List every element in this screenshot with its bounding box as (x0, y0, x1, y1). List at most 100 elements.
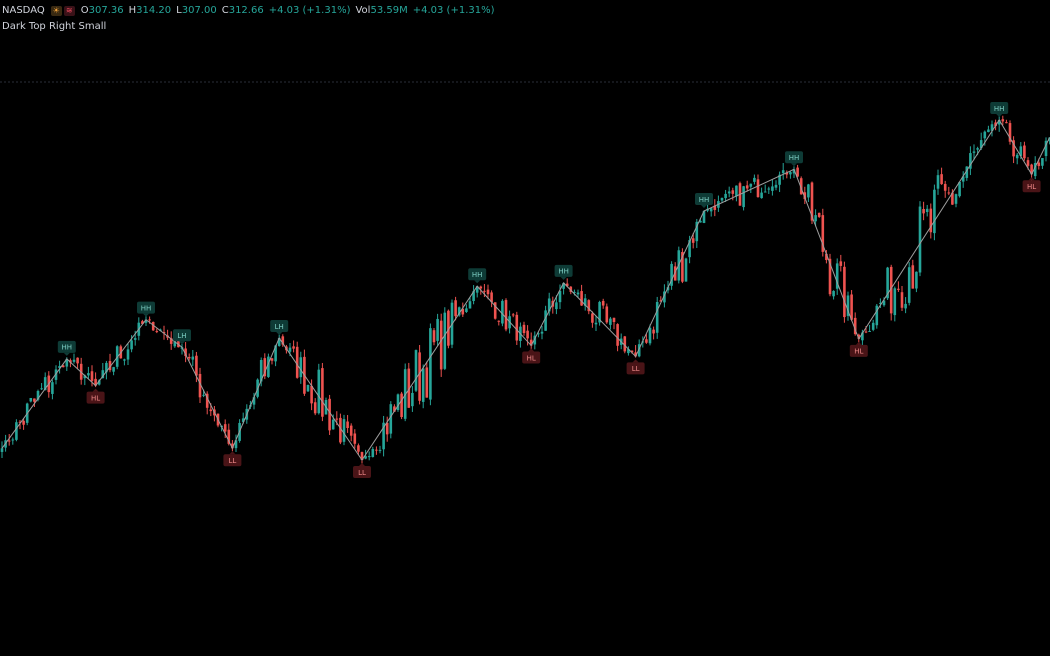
candle-down (76, 357, 79, 364)
candle-up (0, 448, 4, 452)
candle-up (411, 392, 414, 407)
candle-down (385, 422, 389, 435)
candle-down (349, 425, 353, 436)
candle-down (209, 409, 213, 412)
swing-label-pointer (92, 388, 99, 392)
candle-up (378, 449, 382, 451)
candle-up (987, 129, 990, 133)
candle-up (11, 439, 15, 441)
candle-down (22, 420, 25, 425)
candle-up (501, 300, 504, 324)
candle-down (90, 371, 94, 381)
candle-up (720, 197, 724, 201)
candle-down (425, 367, 429, 398)
candle-down (357, 445, 360, 452)
swing-label-text: HH (994, 105, 1005, 113)
candle-down (839, 261, 843, 266)
swing-labels-layer: HH HL HH LH LL LH LL HH HL HH LL HH HH HL HH HL (57, 102, 1041, 478)
candle-up (29, 397, 33, 402)
swing-label-hh: HH (554, 264, 573, 280)
candle-down (580, 291, 583, 306)
swing-label-hl: HL (1022, 177, 1041, 193)
candle-up (288, 347, 292, 352)
candle-up (576, 292, 580, 295)
swing-label-hh: HH (695, 193, 713, 209)
candle-up (130, 340, 133, 350)
swing-label-text: LL (632, 365, 640, 373)
swing-label-pointer (276, 332, 283, 336)
swing-label-text: HL (91, 394, 100, 402)
swing-label-pointer (528, 348, 535, 352)
swing-label-pointer (791, 163, 797, 167)
candle-down (321, 368, 324, 417)
candle-down (295, 346, 299, 378)
candle-up (684, 258, 688, 282)
swing-label-hh: HH (57, 340, 76, 356)
candle-up (954, 194, 958, 204)
candle-down (922, 208, 925, 214)
candle-up (468, 301, 472, 309)
candle-up (972, 151, 976, 153)
candle-up (724, 193, 727, 199)
candle-down (511, 314, 515, 316)
candle-down (155, 331, 159, 333)
candle-down (645, 339, 648, 343)
candle-up (727, 191, 731, 194)
candle-up (609, 318, 612, 325)
swing-label-hh: HH (990, 102, 1009, 117)
candle-up (51, 382, 54, 394)
candle-down (1001, 119, 1005, 122)
candle-up (753, 177, 756, 182)
candle-up (1041, 158, 1044, 166)
candle-down (745, 185, 749, 189)
candle-down (522, 324, 526, 334)
candle-down (1023, 145, 1026, 159)
candle-up (126, 349, 130, 360)
candle-down (756, 179, 760, 198)
swing-label-text: HL (1027, 183, 1036, 191)
swing-label-pointer (179, 341, 185, 345)
candle-up (594, 322, 598, 325)
candle-down (313, 402, 317, 414)
swing-label-text: HH (558, 268, 569, 276)
candle-up (367, 456, 371, 458)
candle-up (871, 322, 875, 330)
candle-up (15, 422, 18, 440)
price-chart[interactable]: HH HL HH LH LL LH LL HH HL HH LL HH HH HL HH HL (0, 0, 1050, 656)
swing-label-text: HH (62, 344, 73, 352)
swing-label-text: HL (854, 348, 863, 356)
candle-up (933, 189, 936, 234)
candle-up (544, 310, 547, 331)
candle-down (328, 398, 331, 431)
candle-down (900, 292, 904, 308)
candle-down (187, 356, 191, 359)
candle-down (943, 183, 947, 191)
swing-label-pointer (359, 463, 365, 466)
candle-down (616, 324, 619, 346)
swing-label-hl: HL (86, 388, 105, 404)
swing-label-hh: HH (137, 301, 155, 317)
candle-up (983, 131, 987, 139)
candle-up (976, 148, 979, 150)
candle-down (439, 320, 443, 370)
candle-up (133, 338, 137, 340)
candle-up (907, 267, 911, 303)
candle-down (375, 449, 378, 451)
candle-down (432, 330, 436, 343)
candle-up (389, 404, 393, 434)
candle-up (648, 327, 652, 344)
swing-label-pointer (996, 114, 1003, 117)
candle-up (1015, 154, 1019, 159)
candle-up (925, 208, 929, 213)
candle-down (515, 314, 519, 341)
candle-down (1037, 162, 1041, 167)
swing-label-ll: LL (626, 359, 645, 375)
candle-up (40, 388, 43, 390)
candle-up (832, 290, 835, 297)
candle-up (421, 368, 425, 402)
candle-down (335, 418, 339, 420)
candle-up (655, 302, 659, 333)
swing-label-text: LL (228, 457, 236, 465)
candle-down (591, 313, 594, 323)
candle-down (497, 320, 501, 322)
